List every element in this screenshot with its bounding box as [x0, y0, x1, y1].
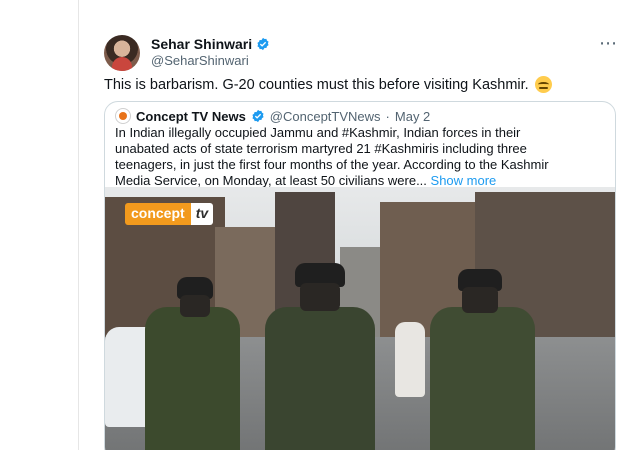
media-soldier: [145, 307, 240, 450]
avatar[interactable]: [104, 35, 140, 71]
tweet[interactable]: Sehar Shinwari @SeharShinwari ⋯ This is …: [79, 0, 640, 450]
quoted-line: unabated acts of state terrorism martyre…: [115, 141, 527, 156]
quoted-line: In Indian illegally occupied Jammu and #…: [115, 125, 521, 140]
watermark-tv: tv: [190, 203, 214, 225]
media-soldier: [265, 307, 375, 450]
tweet-body: This is barbarism. G-20 counties must th…: [104, 76, 529, 93]
rolling-eyes-emoji-icon: [534, 76, 552, 93]
quoted-display-name[interactable]: Concept TV News: [136, 109, 246, 124]
quoted-tweet[interactable]: Concept TV News @ConceptTVNews · May 2 I…: [104, 101, 616, 450]
author-handle[interactable]: @SeharShinwari: [151, 53, 249, 68]
media-soldier-face: [462, 287, 498, 313]
more-options-icon[interactable]: ⋯: [599, 34, 618, 52]
quoted-separator: ·: [385, 108, 390, 124]
verified-badge-icon: [257, 37, 269, 51]
media-watermark-logo: concept tv: [125, 203, 214, 225]
quoted-media-image[interactable]: concept tv: [105, 187, 615, 450]
watermark-concept: concept: [125, 203, 191, 225]
quoted-avatar[interactable]: [115, 108, 131, 124]
quoted-tweet-header: Concept TV News @ConceptTVNews · May 2: [115, 108, 430, 124]
show-more-link[interactable]: Show more: [431, 173, 497, 188]
media-civilian: [395, 322, 425, 397]
quoted-line-truncated: Media Service, on Monday, at least 50 ci…: [115, 173, 427, 188]
quoted-verified-badge-icon: [252, 109, 264, 123]
media-soldier: [430, 307, 535, 450]
author-display-name[interactable]: Sehar Shinwari: [151, 36, 252, 52]
quoted-tweet-text: In Indian illegally occupied Jammu and #…: [115, 125, 607, 189]
quoted-handle[interactable]: @ConceptTVNews: [270, 109, 381, 124]
tweet-text: This is barbarism. G-20 counties must th…: [104, 76, 552, 93]
media-soldier-face: [180, 295, 210, 317]
author-name-row: Sehar Shinwari: [151, 36, 270, 52]
quoted-line: teenagers, in just the first four months…: [115, 157, 549, 172]
quoted-date[interactable]: May 2: [395, 109, 430, 124]
media-soldier-face: [300, 283, 340, 311]
